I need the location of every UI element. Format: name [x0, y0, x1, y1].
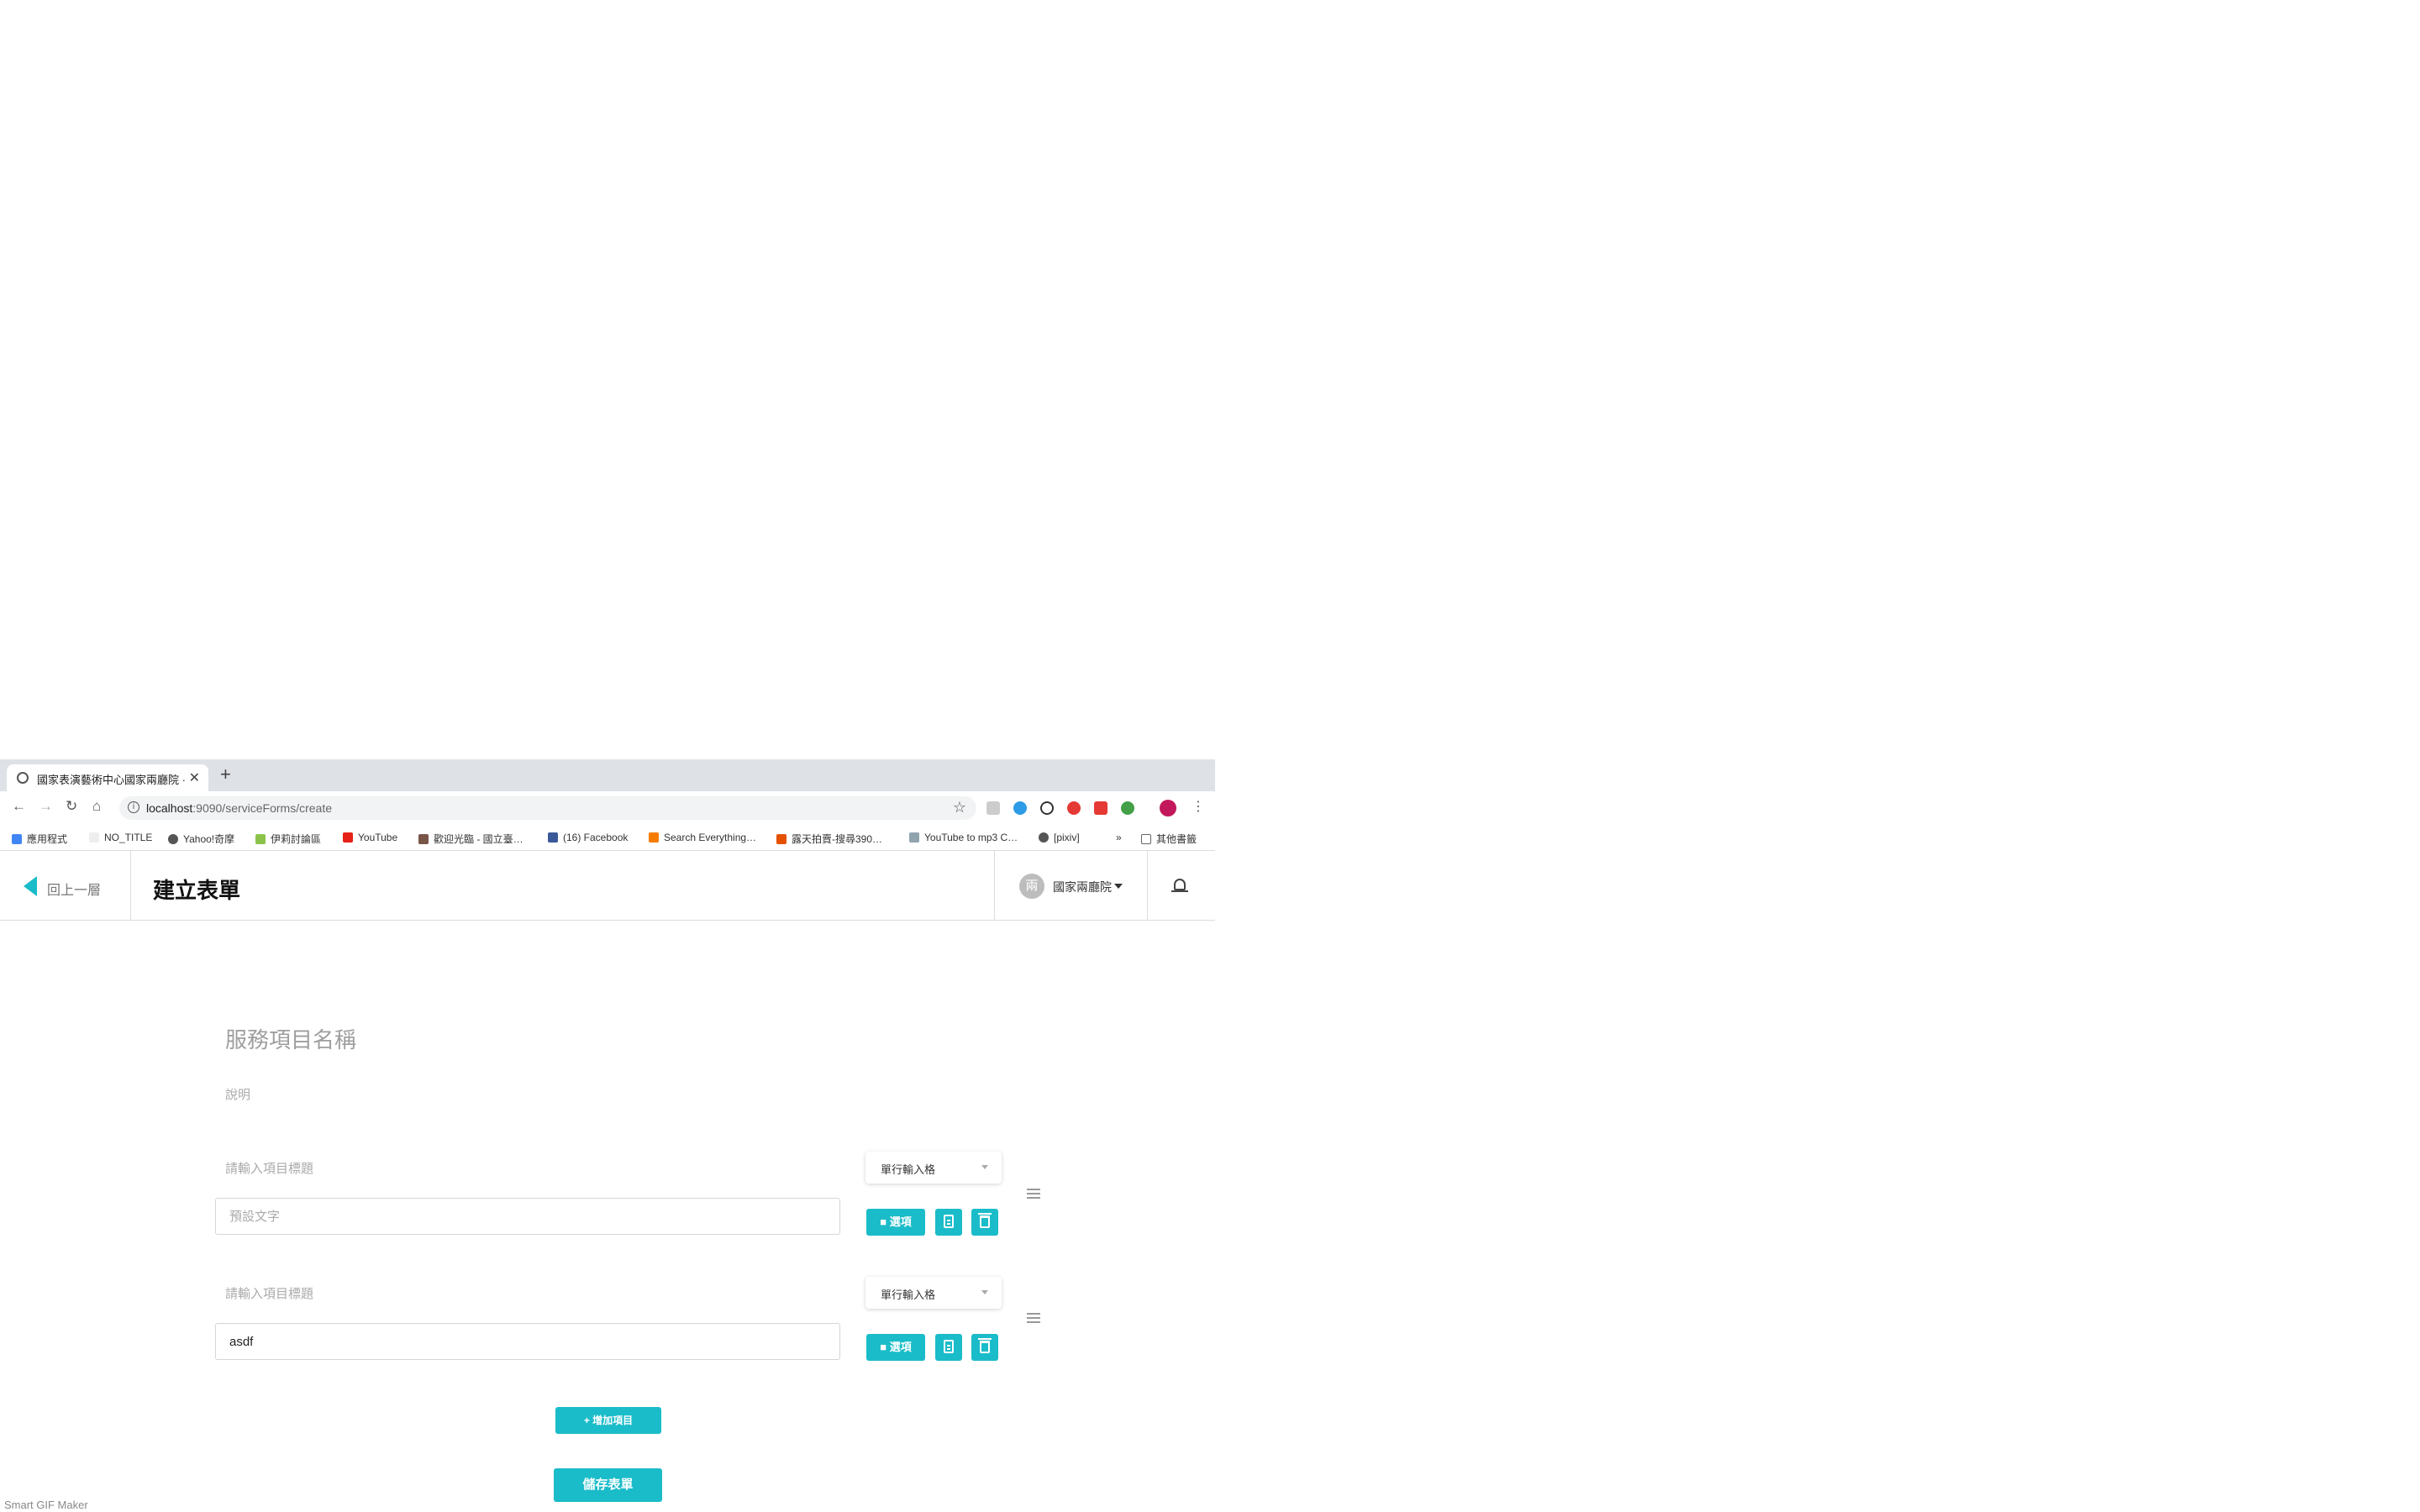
bookmark-item[interactable]: 伊莉討論區	[255, 832, 321, 846]
adblock-icon[interactable]	[1067, 801, 1081, 815]
header-divider	[994, 851, 995, 920]
drag-handle-icon[interactable]	[1027, 1189, 1040, 1201]
default-text-field[interactable]	[215, 1198, 840, 1235]
chevron-down-icon[interactable]	[1114, 884, 1123, 889]
extension-red-icon[interactable]	[1094, 801, 1107, 815]
menu-icon[interactable]: ⋮	[1192, 798, 1205, 815]
trash-icon	[978, 1213, 992, 1228]
item-title-input[interactable]: 請輸入項目標題	[225, 1159, 313, 1177]
back-icon[interactable]: ←	[12, 798, 26, 815]
bookmark-facebook[interactable]: (16) Facebook	[548, 832, 628, 843]
header-divider	[1147, 851, 1148, 920]
globe-icon	[17, 772, 29, 784]
default-text-input[interactable]	[228, 1209, 819, 1225]
bookmark-item[interactable]: NO_TITLE	[89, 832, 152, 843]
description-input[interactable]: 說明	[225, 1085, 250, 1103]
bookmark-item[interactable]: Yahoo!奇摩	[168, 832, 234, 846]
bookmark-other-folder[interactable]: 其他書籤	[1141, 832, 1197, 846]
bell-icon[interactable]	[1174, 879, 1186, 890]
default-text-field[interactable]	[215, 1323, 840, 1360]
bookmark-item[interactable]: 歡迎光臨 - 國立臺…	[418, 832, 523, 846]
back-arrow-icon[interactable]	[24, 876, 37, 896]
trash-icon	[978, 1338, 992, 1353]
info-icon[interactable]: i	[128, 801, 139, 813]
bookmarks-bar: 應用程式 NO_TITLE Yahoo!奇摩 伊莉討論區 YouTube 歡迎光…	[0, 825, 1215, 851]
bookmark-item[interactable]: Search Everything…	[649, 832, 756, 843]
cloud-extension-icon[interactable]	[1013, 801, 1027, 815]
user-menu[interactable]: 國家兩廳院	[1053, 879, 1112, 895]
delete-button[interactable]	[971, 1334, 998, 1361]
delete-button[interactable]	[971, 1209, 998, 1236]
document-icon	[944, 1340, 954, 1353]
new-tab-button[interactable]: +	[220, 764, 231, 785]
bookmark-apps[interactable]: 應用程式	[12, 832, 67, 846]
item-type-value: 單行輸入格	[881, 1289, 936, 1301]
item-title-input[interactable]: 請輸入項目標題	[225, 1284, 313, 1302]
close-icon[interactable]: ✕	[189, 769, 200, 786]
bookmark-star-icon[interactable]: ☆	[953, 799, 966, 816]
back-link[interactable]: 回上一層	[47, 879, 101, 899]
reload-icon[interactable]: ↻	[66, 798, 77, 815]
avatar[interactable]: 兩	[1019, 874, 1044, 899]
option-button[interactable]: ■ 選項	[866, 1334, 925, 1361]
browser-tab[interactable]: 國家表演藝術中心國家兩廳院 · ✕	[7, 764, 208, 791]
address-bar[interactable]: i localhost:9090/serviceForms/create ☆	[119, 796, 976, 820]
url-text: localhost:9090/serviceForms/create	[146, 801, 332, 815]
service-name-input[interactable]: 服務項目名稱	[225, 1023, 356, 1054]
bookmark-item[interactable]: [pixiv]	[1039, 832, 1080, 843]
document-icon	[944, 1215, 954, 1228]
bell-icon-base	[1171, 890, 1188, 892]
header-divider	[130, 851, 131, 920]
drag-handle-icon[interactable]	[1027, 1313, 1040, 1326]
forward-icon[interactable]: →	[39, 798, 53, 815]
bookmark-item[interactable]: 露天拍賣-搜尋390…	[776, 832, 882, 846]
extension-green-icon[interactable]	[1121, 801, 1134, 815]
item-type-select[interactable]: 單行輸入格	[865, 1152, 1002, 1184]
item-type-value: 單行輸入格	[881, 1163, 936, 1176]
copy-button[interactable]	[935, 1209, 962, 1236]
shield-icon[interactable]	[1040, 801, 1054, 815]
bookmarks-overflow[interactable]: »	[1116, 832, 1122, 843]
default-text-input[interactable]	[228, 1334, 819, 1350]
add-item-button[interactable]: + 增加項目	[555, 1407, 661, 1434]
page-title: 建立表單	[153, 878, 241, 903]
bookmark-item[interactable]: YouTube to mp3 C…	[909, 832, 1018, 843]
chevron-down-icon	[981, 1165, 988, 1169]
copy-button[interactable]	[935, 1334, 962, 1361]
watermark: Smart GIF Maker	[4, 1499, 88, 1511]
item-type-select[interactable]: 單行輸入格	[865, 1277, 1002, 1309]
save-form-button[interactable]: 儲存表單	[554, 1468, 662, 1502]
bookmark-youtube[interactable]: YouTube	[343, 832, 397, 843]
extension-icon[interactable]	[986, 801, 1000, 815]
option-button[interactable]: ■ 選項	[866, 1209, 925, 1236]
profile-avatar[interactable]	[1160, 800, 1176, 816]
home-icon[interactable]: ⌂	[92, 798, 101, 815]
tab-title: 國家表演藝術中心國家兩廳院 ·	[37, 774, 185, 786]
chevron-down-icon	[981, 1290, 988, 1294]
